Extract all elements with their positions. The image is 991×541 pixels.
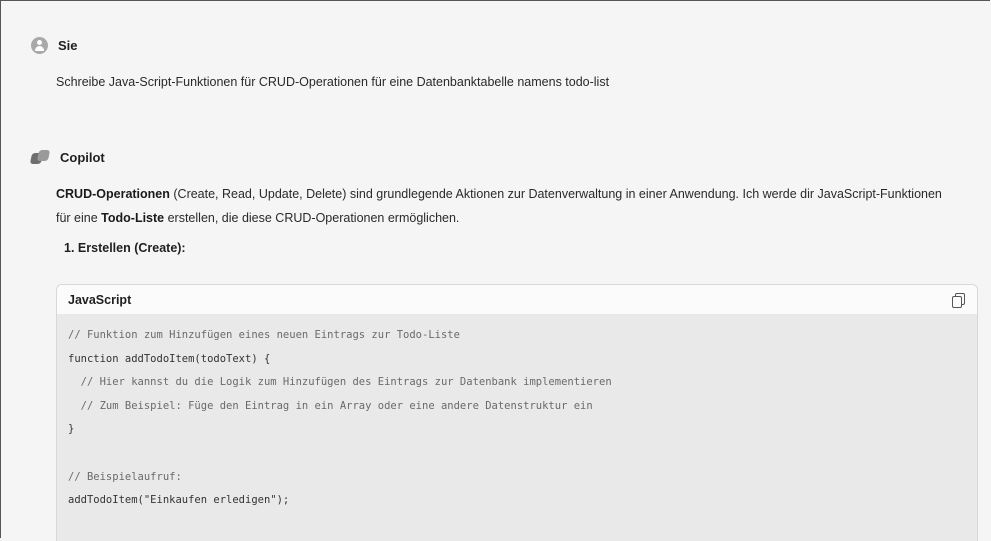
step-heading: 1. Erstellen (Create): [64,241,970,255]
code-line: // Zum Beispiel: Füge den Eintrag in ein… [68,399,593,412]
step-label: Erstellen (Create): [77,241,186,255]
code-line: } [68,423,75,436]
user-message: Sie Schreibe Java-Script-Funktionen für … [31,37,970,89]
copilot-intro-paragraph: CRUD-Operationen (Create, Read, Update, … [56,182,956,230]
code-body: // Funktion zum Hinzufügen eines neuen E… [57,314,977,541]
intro-bold-term-2: Todo-Liste [101,211,165,225]
copilot-message-header: Copilot [29,150,970,165]
intro-text-2: erstellen, die diese CRUD-Operationen er… [164,211,460,225]
code-block: JavaScript // Funktion zum Hinzufügen ei… [56,284,978,541]
code-line: // Beispielaufruf: [68,470,182,483]
user-message-header: Sie [31,37,970,54]
copy-icon[interactable] [952,292,966,308]
code-line: // Funktion zum Hinzufügen eines neuen E… [68,329,460,341]
copilot-name: Copilot [60,150,105,165]
code-language-label: JavaScript [68,292,132,307]
code-block-header: JavaScript [57,285,977,314]
user-message-text: Schreibe Java-Script-Funktionen für CRUD… [56,75,610,89]
user-name: Sie [58,38,78,53]
step-number: 1. [64,241,75,255]
chat-window: Sie Schreibe Java-Script-Funktionen für … [0,0,990,541]
code-line: function addTodoItem(todoText) { [68,352,271,365]
copilot-logo-icon [29,150,51,165]
code-line: // Hier kannst du die Logik zum Hinzufüg… [68,376,612,389]
intro-bold-term: CRUD-Operationen [56,187,170,201]
user-avatar-icon [31,37,48,54]
code-line: addTodoItem("Einkaufen erledigen"); [68,494,290,507]
copilot-message: Copilot CRUD-Operationen (Create, Read, … [29,150,970,255]
